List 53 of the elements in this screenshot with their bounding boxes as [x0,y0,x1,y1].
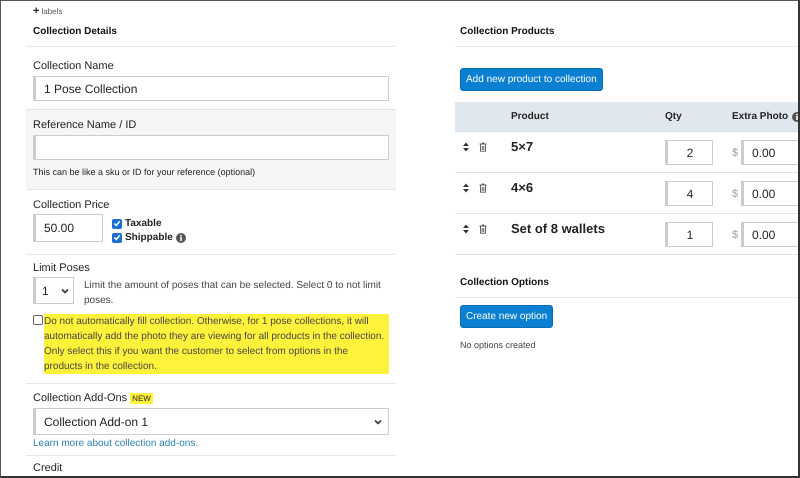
info-icon [176,232,186,242]
section-title: Collection Options [460,276,549,288]
qty-field[interactable]: 4 [665,181,713,206]
plus-icon[interactable]: + [33,5,40,17]
currency-sign: $ [732,228,740,240]
labels-toggle[interactable]: labels [41,6,62,16]
trash-icon[interactable] [479,183,487,193]
price-field[interactable]: 0.00 [741,181,798,206]
product-name: 5×7 [511,138,534,154]
qty-field[interactable]: 2 [665,140,713,165]
section-title: Collection Products [460,26,554,36]
field-label: Limit Poses [33,262,91,274]
help-text: This can be like a sku or ID for your reference (optional) [33,167,256,177]
product-name: 4×6 [511,179,534,195]
input-field[interactable] [33,135,389,160]
field-label: Collection Name [33,60,115,72]
checkbox-label: Do not automatically fill collection. Otherwise, for 1 pose collections, it will automatically add the photo they are viewing for all products in the collection. Only select this if you want the customer to select from options in the products in the collection. [44,314,389,374]
add-on-select[interactable]: Collection Add-on 1 [33,408,389,435]
chevron-icon [374,418,382,424]
new-badge: NEW [130,392,153,404]
add-product-button[interactable]: Add new product to collection [460,68,603,91]
input-field[interactable]: 1 Pose Collection [33,76,389,101]
field-label: Credit [33,462,64,474]
checkbox[interactable] [112,232,122,242]
field-label: Reference Name / ID [33,119,138,131]
checkbox-label: Shippable [125,232,173,243]
column-header: Product [511,111,550,122]
checkbox[interactable] [112,218,122,228]
checkbox[interactable] [33,315,43,325]
column-header: Qty [665,111,683,122]
field-label: Collection Add-Ons [33,392,128,404]
create-option-button[interactable]: Create new option [460,305,554,328]
help-text: Limit the amount of poses that can be selected. Select 0 to not limit poses. [84,279,382,308]
checkbox-label: Taxable [125,218,162,229]
sort-icon[interactable] [463,224,469,234]
poses-select[interactable]: 1 [33,277,74,304]
price-field[interactable]: 50.00 [33,214,103,242]
qty-field[interactable]: 1 [665,222,713,247]
learn-more-link[interactable]: Learn more about collection add-ons. [33,438,198,449]
chevron-icon [61,288,69,294]
price-field[interactable]: 0.00 [741,140,798,165]
currency-sign: $ [732,146,740,158]
trash-icon[interactable] [479,224,487,234]
trash-icon[interactable] [479,142,487,152]
empty-message: No options created [459,339,537,350]
section-title: Collection Details [33,26,117,36]
field-label: Collection Price [33,199,110,211]
currency-sign: $ [732,188,740,200]
sort-icon[interactable] [463,183,469,193]
price-field[interactable]: 0.00 [741,222,798,247]
product-name: Set of 8 wallets [511,220,606,236]
column-header: Extra Photo [732,111,788,122]
sort-icon[interactable] [463,142,469,152]
